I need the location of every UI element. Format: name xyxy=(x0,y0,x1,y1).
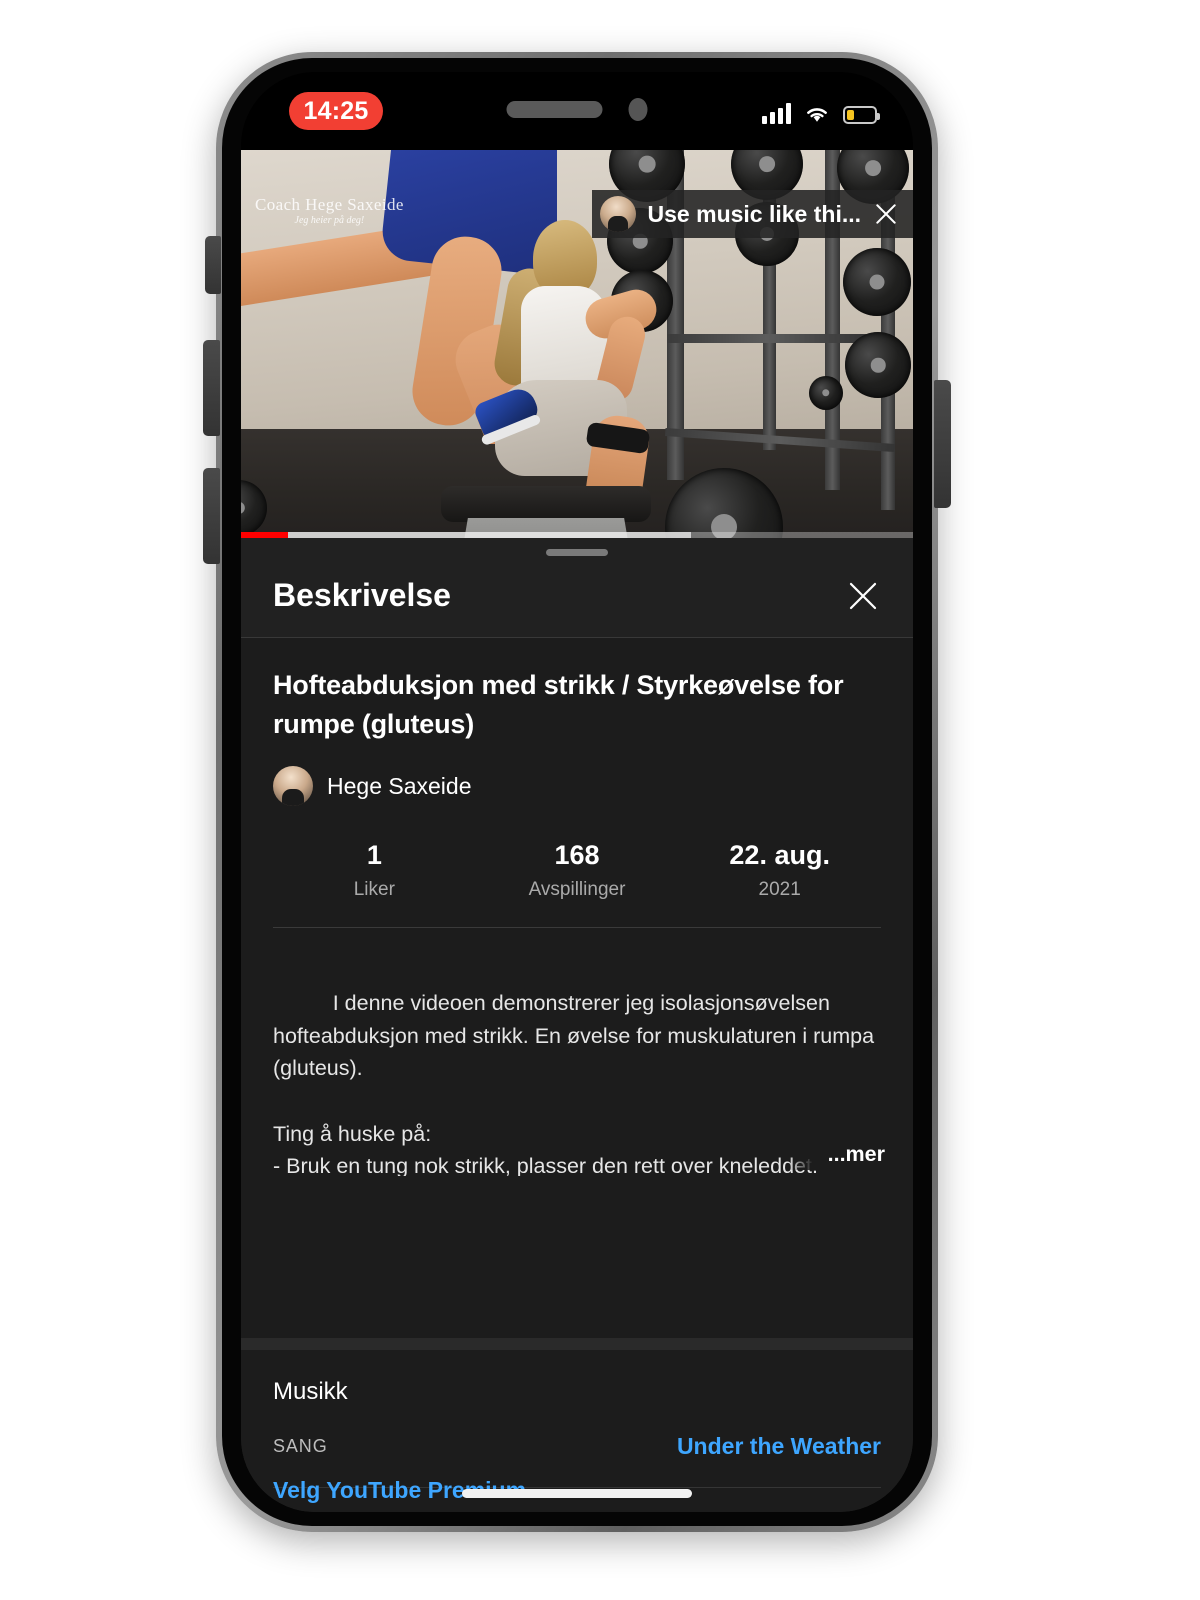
front-camera-icon xyxy=(628,98,648,121)
stat-value: 168 xyxy=(554,840,600,871)
close-icon[interactable] xyxy=(845,578,881,614)
speaker-slot xyxy=(506,101,603,118)
cellular-signal-icon xyxy=(762,102,791,124)
show-more-button[interactable]: ...mer xyxy=(787,1137,885,1171)
video-stats: 1 Liker 168 Avspillinger 22. aug. 2021 xyxy=(273,840,881,929)
status-bar: 14:25 xyxy=(241,72,913,150)
home-indicator[interactable] xyxy=(462,1489,692,1498)
channel-row[interactable]: Hege Saxeide xyxy=(273,766,881,807)
progress-buffered xyxy=(241,532,692,538)
description-header-block: Hofteabduksjon med strikk / Styrkeøvelse… xyxy=(241,638,913,929)
sheet-body: Hofteabduksjon med strikk / Styrkeøvelse… xyxy=(241,638,913,1512)
section-divider xyxy=(241,1338,913,1350)
stat-likes: 1 Liker xyxy=(273,840,476,901)
volume-up-button[interactable] xyxy=(203,340,220,436)
watermark-line-2: Jeg heier på deg! xyxy=(294,215,365,227)
close-icon[interactable] xyxy=(873,201,899,227)
description-sheet: Beskrivelse Hofteabduksjon med strikk / … xyxy=(241,538,913,1512)
volume-down-button[interactable] xyxy=(203,468,220,564)
banner-label: Use music like thi... xyxy=(647,200,861,227)
video-progress-bar[interactable] xyxy=(241,532,913,538)
stat-label: Avspillinger xyxy=(528,879,626,901)
stat-label: Liker xyxy=(353,879,395,901)
stat-value: 22. aug. xyxy=(729,840,830,871)
gym-bench-pad xyxy=(441,486,651,522)
dynamic-island xyxy=(506,98,648,121)
status-indicators xyxy=(762,98,880,124)
phone-screen: Coach Hege Saxeide Jeg heier på deg! Use… xyxy=(241,72,913,1512)
status-time: 14:25 xyxy=(289,92,383,130)
stat-views: 168 Avspillinger xyxy=(476,840,679,901)
stat-date: 22. aug. 2021 xyxy=(678,840,881,901)
music-row-song[interactable]: SANG Under the Weather xyxy=(273,1406,881,1488)
music-heading: Musikk xyxy=(273,1378,348,1405)
stat-label: 2021 xyxy=(758,879,801,901)
use-music-banner[interactable]: Use music like thi... xyxy=(591,190,913,238)
description-text-container[interactable]: I denne videoen demonstrerer jeg isolasj… xyxy=(241,928,913,1176)
page-title: Beskrivelse xyxy=(273,577,451,613)
music-row-label: SANG xyxy=(273,1436,328,1456)
banner-avatar xyxy=(599,196,636,232)
video-watermark: Coach Hege Saxeide Jeg heier på deg! xyxy=(255,194,404,228)
stat-value: 1 xyxy=(366,840,382,871)
sheet-header: Beskrivelse xyxy=(241,538,913,638)
power-button[interactable] xyxy=(934,380,951,508)
screenshot-stage: Coach Hege Saxeide Jeg heier på deg! Use… xyxy=(0,0,1200,1600)
avatar xyxy=(273,766,313,807)
song-link[interactable]: Under the Weather xyxy=(677,1433,881,1460)
watermark-line-1: Coach Hege Saxeide xyxy=(255,195,404,214)
wifi-icon xyxy=(807,108,827,122)
progress-played xyxy=(241,532,289,538)
silent-switch-button[interactable] xyxy=(205,236,221,294)
video-player[interactable]: Coach Hege Saxeide Jeg heier på deg! Use… xyxy=(241,150,913,538)
channel-name: Hege Saxeide xyxy=(327,772,472,799)
battery-low-icon xyxy=(843,106,880,124)
video-title: Hofteabduksjon med strikk / Styrkeøvelse… xyxy=(273,670,844,740)
